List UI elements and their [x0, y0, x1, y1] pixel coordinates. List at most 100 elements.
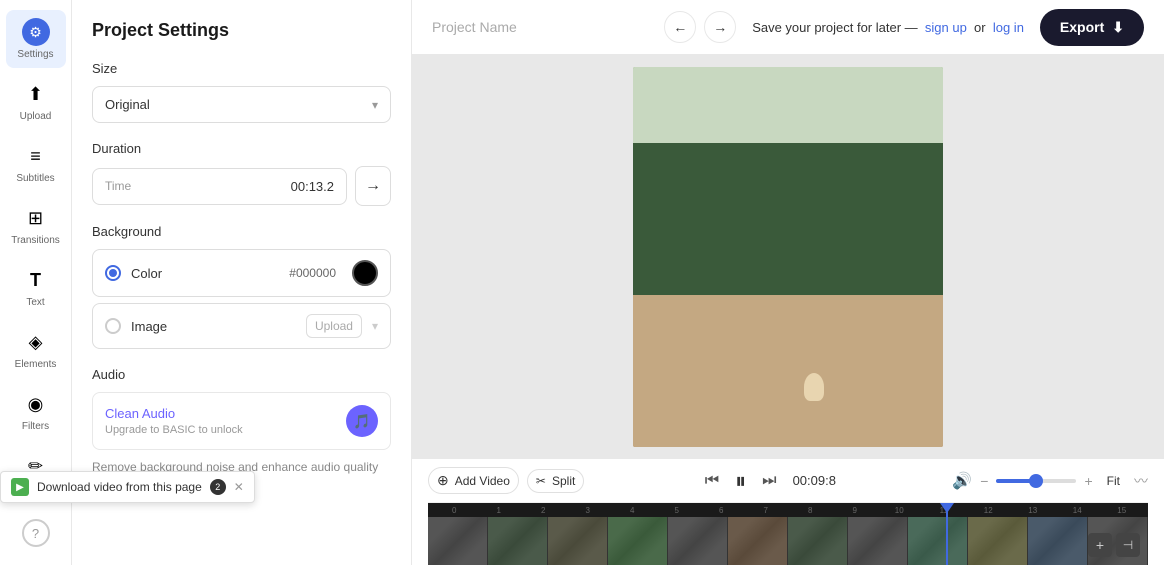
bg-color-value: #000000	[289, 266, 336, 280]
skip-back-button[interactable]: ⏮	[701, 468, 723, 494]
bg-color-swatch[interactable]	[352, 260, 378, 286]
size-value: Original	[105, 97, 150, 112]
bg-upload-button[interactable]: Upload	[306, 314, 362, 338]
sidebar-item-help[interactable]: ?	[6, 511, 66, 555]
video-path	[633, 295, 943, 447]
filters-icon: ◉	[22, 390, 50, 418]
ruler-mark: 0	[432, 506, 477, 515]
sidebar-label-subtitles: Subtitles	[16, 173, 54, 184]
background-color-option[interactable]: Color #000000	[92, 249, 391, 297]
settings-icon: ⚙	[22, 18, 50, 46]
ruler-mark: 9	[833, 506, 878, 515]
top-bar: Project Name ← → Save your project for l…	[412, 0, 1164, 55]
film-frame	[488, 517, 548, 565]
film-frame	[968, 517, 1028, 565]
split-button[interactable]: ✂ Split	[527, 469, 584, 493]
video-preview	[412, 55, 1164, 458]
timeline-add-button[interactable]: +	[1088, 533, 1112, 557]
image-radio-button[interactable]	[105, 318, 121, 334]
timeline-end-button[interactable]: ⊣	[1116, 533, 1140, 557]
ruler-mark: 15	[1100, 506, 1145, 515]
color-radio-button[interactable]	[105, 265, 121, 281]
audio-card[interactable]: Clean Audio Upgrade to BASIC to unlock 🎵	[92, 392, 391, 450]
zoom-out-icon[interactable]: −	[980, 473, 988, 489]
background-section: Background Color #000000 Image Upload ▾	[92, 224, 391, 349]
project-name-input[interactable]: Project Name	[432, 19, 648, 35]
add-video-circle-icon: ⊕	[437, 472, 449, 489]
duration-section: Duration Time 00:13.2 →	[92, 141, 391, 206]
audio-section: Audio Clean Audio Upgrade to BASIC to un…	[92, 367, 391, 474]
sidebar-label-filters: Filters	[22, 421, 49, 432]
timeline-ruler: 0 1 2 3 4 5 6 7 8 9 10 11 12 13 14 15	[428, 503, 1148, 517]
film-frame	[428, 517, 488, 565]
size-chevron-icon: ▾	[372, 98, 378, 112]
playback-bar: ⊕ Add Video ✂ Split ⏮ ⏸ ⏭ 00:09:8 🔊 −	[428, 459, 1148, 503]
ruler-mark: 10	[877, 506, 922, 515]
duration-label: Duration	[92, 141, 391, 156]
undo-button[interactable]: ←	[664, 11, 696, 43]
video-trees	[633, 143, 943, 295]
timeline[interactable]: 0 1 2 3 4 5 6 7 8 9 10 11 12 13 14 15	[428, 503, 1148, 565]
audio-icon: 🎵	[346, 405, 378, 437]
film-frame	[1028, 517, 1088, 565]
zoom-in-icon[interactable]: +	[1084, 473, 1092, 489]
sidebar-item-settings[interactable]: ⚙ Settings	[6, 10, 66, 68]
split-scissors-icon: ✂	[536, 474, 546, 488]
sidebar-item-subtitles[interactable]: ≡ Subtitles	[6, 134, 66, 192]
playback-right: 🔊 − + Fit 〰	[952, 471, 1148, 491]
help-icon: ?	[22, 519, 50, 547]
size-select[interactable]: Original ▾	[92, 86, 391, 123]
time-display: 00:09:8	[793, 473, 836, 488]
film-frame	[728, 517, 788, 565]
duration-value: 00:13.2	[291, 179, 334, 194]
ruler-mark: 14	[1055, 506, 1100, 515]
video-sky	[633, 67, 943, 143]
redo-button[interactable]: →	[704, 11, 736, 43]
background-label: Background	[92, 224, 391, 239]
video-frame	[633, 67, 943, 447]
skip-forward-button[interactable]: ⏭	[758, 468, 780, 494]
ruler-mark: 1	[477, 506, 522, 515]
sidebar-label-text: Text	[26, 297, 44, 308]
elements-icon: ◈	[22, 328, 50, 356]
volume-icon[interactable]: 🔊	[952, 471, 972, 491]
settings-panel-title: Project Settings	[92, 20, 391, 41]
duration-input[interactable]: Time 00:13.2	[92, 168, 347, 205]
sidebar-item-filters[interactable]: ◉ Filters	[6, 382, 66, 440]
bottom-controls: ⊕ Add Video ✂ Split ⏮ ⏸ ⏭ 00:09:8 🔊 −	[412, 458, 1164, 565]
text-icon: T	[22, 266, 50, 294]
zoom-slider[interactable]	[996, 479, 1076, 483]
redo-icon: →	[713, 19, 727, 35]
duration-input-label: Time	[105, 179, 131, 193]
ruler-mark: 5	[655, 506, 700, 515]
sidebar-item-upload[interactable]: ⬆ Upload	[6, 72, 66, 130]
transitions-icon: ⊞	[22, 204, 50, 232]
size-section: Size Original ▾	[92, 61, 391, 123]
sidebar-item-transitions[interactable]: ⊞ Transitions	[6, 196, 66, 254]
nav-buttons: ← →	[664, 11, 736, 43]
sign-up-link[interactable]: sign up	[925, 20, 967, 35]
fit-button[interactable]: Fit	[1101, 472, 1126, 490]
ruler-mark: 13	[1011, 506, 1056, 515]
play-pause-button[interactable]: ⏸	[735, 468, 746, 494]
upload-icon: ⬆	[22, 80, 50, 108]
add-video-button[interactable]: ⊕ Add Video	[428, 467, 519, 494]
export-label: Export	[1060, 19, 1104, 35]
timeline-track	[428, 517, 1148, 565]
sidebar-label-elements: Elements	[15, 359, 57, 370]
sidebar-item-text[interactable]: T Text	[6, 258, 66, 316]
timeline-playhead[interactable]	[946, 503, 948, 565]
ruler-mark: 12	[966, 506, 1011, 515]
film-frame	[668, 517, 728, 565]
film-frame	[848, 517, 908, 565]
ruler-mark: 7	[744, 506, 789, 515]
waveform-icon[interactable]: 〰	[1134, 471, 1148, 491]
log-in-link[interactable]: log in	[993, 20, 1024, 35]
size-label: Size	[92, 61, 391, 76]
duration-action-button[interactable]: →	[355, 166, 391, 206]
sidebar-item-elements[interactable]: ◈ Elements	[6, 320, 66, 378]
export-button[interactable]: Export ⬇	[1040, 9, 1144, 46]
play-pause-icon: ⏸	[735, 468, 746, 493]
playback-left: ⊕ Add Video ✂ Split	[428, 467, 584, 494]
background-image-option[interactable]: Image Upload ▾	[92, 303, 391, 349]
